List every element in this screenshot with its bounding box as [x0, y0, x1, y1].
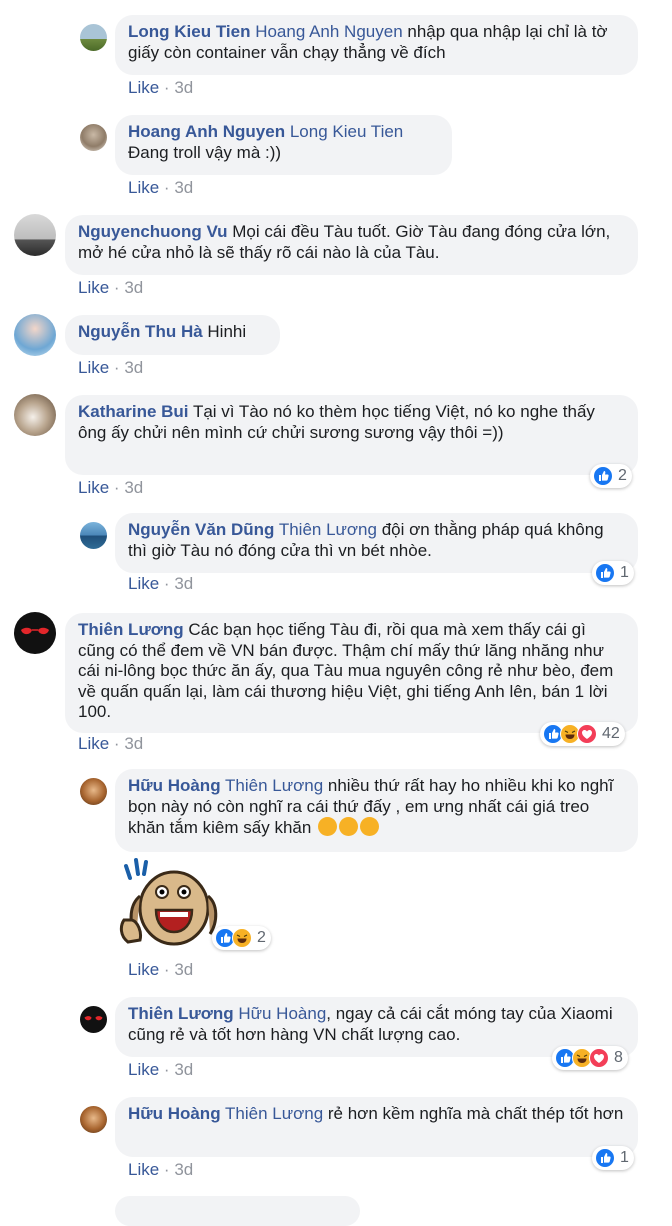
avatar[interactable]	[14, 394, 56, 436]
love-reaction-icon	[577, 724, 597, 744]
love-reaction-icon	[589, 1048, 609, 1068]
comment-bubble: Long Kieu Tien Hoang Anh Nguyen nhập qua…	[115, 15, 638, 75]
comment-meta: Like · 3d	[128, 960, 194, 979]
timestamp[interactable]: 3d	[174, 78, 193, 97]
like-link[interactable]: Like	[128, 574, 159, 593]
comment-meta: Like · 3d	[78, 358, 144, 377]
reactions-badge[interactable]: 1	[592, 1146, 634, 1170]
timestamp[interactable]: 3d	[124, 358, 143, 377]
comment-bubble: Hữu Hoàng Thiên Lương rẻ hơn kềm nghĩa m…	[115, 1097, 638, 1157]
author-name[interactable]: Hữu Hoàng	[128, 1104, 221, 1123]
mention-tag[interactable]: Thiên Lương	[279, 520, 377, 539]
laughing-emoji-icon	[318, 817, 338, 836]
comment-meta: Like · 3d	[78, 734, 144, 753]
mention-tag[interactable]: Thiên Lương	[225, 1104, 323, 1123]
avatar[interactable]	[80, 1006, 107, 1033]
comment-meta: Like · 3d	[128, 78, 194, 97]
timestamp[interactable]: 3d	[174, 178, 193, 197]
author-name[interactable]: Nguyễn Văn Dũng	[128, 520, 274, 539]
laughing-emoji-icon	[360, 817, 380, 836]
comment-bubble-partial	[115, 1196, 360, 1226]
reaction-count: 42	[602, 725, 620, 742]
like-link[interactable]: Like	[128, 1160, 159, 1179]
comment-meta: Like · 3d	[128, 1160, 194, 1179]
reactions-badge[interactable]: 2	[212, 926, 271, 950]
comment-bubble: Nguyễn Thu Hà Hinhi	[65, 315, 280, 355]
timestamp[interactable]: 3d	[124, 278, 143, 297]
reaction-count: 1	[620, 564, 629, 581]
comment-meta: Like · 3d	[128, 574, 194, 593]
timestamp[interactable]: 3d	[174, 960, 193, 979]
comment-meta: Like · 3d	[78, 478, 144, 497]
avatar[interactable]	[80, 24, 107, 51]
avatar[interactable]	[80, 522, 107, 549]
avatar[interactable]	[80, 778, 107, 805]
comment-bubble: Hữu Hoàng Thiên Lương nhiều thứ rất hay …	[115, 769, 638, 852]
comment-text: rẻ hơn kềm nghĩa mà chất thép tốt hơn	[323, 1104, 624, 1123]
like-link[interactable]: Like	[78, 478, 109, 497]
like-reaction-icon	[595, 563, 615, 583]
like-link[interactable]: Like	[78, 278, 109, 297]
timestamp[interactable]: 3d	[174, 1160, 193, 1179]
comment-meta: Like · 3d	[78, 278, 144, 297]
reactions-badge[interactable]: 8	[552, 1046, 628, 1070]
like-link[interactable]: Like	[128, 78, 159, 97]
reaction-count: 8	[614, 1049, 623, 1066]
author-name[interactable]: Thiên Lương	[128, 1004, 234, 1023]
avatar[interactable]	[80, 1106, 107, 1133]
reaction-count: 1	[620, 1149, 629, 1166]
sunglasses-icon	[84, 1016, 103, 1021]
comment-meta: Like · 3d	[128, 178, 194, 197]
like-link[interactable]: Like	[128, 1060, 159, 1079]
author-name[interactable]: Hoang Anh Nguyen	[128, 122, 285, 141]
reactions-badge[interactable]: 1	[592, 561, 634, 585]
comment-text: Đang troll vậy mà :))	[128, 142, 282, 162]
timestamp[interactable]: 3d	[124, 478, 143, 497]
comment-bubble: Hoang Anh Nguyen Long Kieu Tien Đang tro…	[115, 115, 452, 175]
mention-tag[interactable]: Long Kieu Tien	[290, 122, 403, 141]
avatar[interactable]	[14, 314, 56, 356]
reaction-count: 2	[257, 929, 266, 946]
like-link[interactable]: Like	[78, 358, 109, 377]
mention-tag[interactable]: Hữu Hoàng	[238, 1004, 326, 1023]
like-reaction-icon	[595, 1148, 615, 1168]
sticker[interactable]	[112, 856, 222, 956]
comment-meta: Like · 3d	[128, 1060, 194, 1079]
mention-tag[interactable]: Hoang Anh Nguyen	[255, 22, 402, 41]
author-name[interactable]: Thiên Lương	[78, 620, 184, 639]
haha-reaction-icon	[232, 928, 252, 948]
author-name[interactable]: Long Kieu Tien	[128, 22, 250, 41]
avatar[interactable]	[14, 214, 56, 256]
reaction-count: 2	[618, 467, 627, 484]
author-name[interactable]: Nguyễn Thu Hà	[78, 322, 203, 341]
comment-bubble: Thiên Lương Các bạn học tiếng Tàu đi, rồ…	[65, 613, 638, 733]
author-name[interactable]: Hữu Hoàng	[128, 776, 221, 795]
avatar[interactable]	[80, 124, 107, 151]
avatar[interactable]	[14, 612, 56, 654]
comment-bubble: Katharine Bui Tại vì Tào nó ko thèm học …	[65, 395, 638, 475]
author-name[interactable]: Nguyenchuong Vu	[78, 222, 228, 241]
mention-tag[interactable]: Thiên Lương	[225, 776, 323, 795]
reactions-badge[interactable]: 42	[540, 722, 625, 746]
sunglasses-icon	[21, 627, 49, 635]
like-link[interactable]: Like	[128, 960, 159, 979]
comment-bubble: Nguyễn Văn Dũng Thiên Lương đội ơn thằng…	[115, 513, 638, 573]
like-link[interactable]: Like	[78, 734, 109, 753]
like-link[interactable]: Like	[128, 178, 159, 197]
timestamp[interactable]: 3d	[174, 574, 193, 593]
timestamp[interactable]: 3d	[124, 734, 143, 753]
comment-text: Hinhi	[207, 322, 247, 341]
comment-bubble: Nguyenchuong Vu Mọi cái đều Tàu tuốt. Gi…	[65, 215, 638, 275]
reactions-badge[interactable]: 2	[590, 464, 632, 488]
laughing-emoji-icon	[339, 817, 359, 836]
like-reaction-icon	[593, 466, 613, 486]
author-name[interactable]: Katharine Bui	[78, 402, 189, 421]
timestamp[interactable]: 3d	[174, 1060, 193, 1079]
